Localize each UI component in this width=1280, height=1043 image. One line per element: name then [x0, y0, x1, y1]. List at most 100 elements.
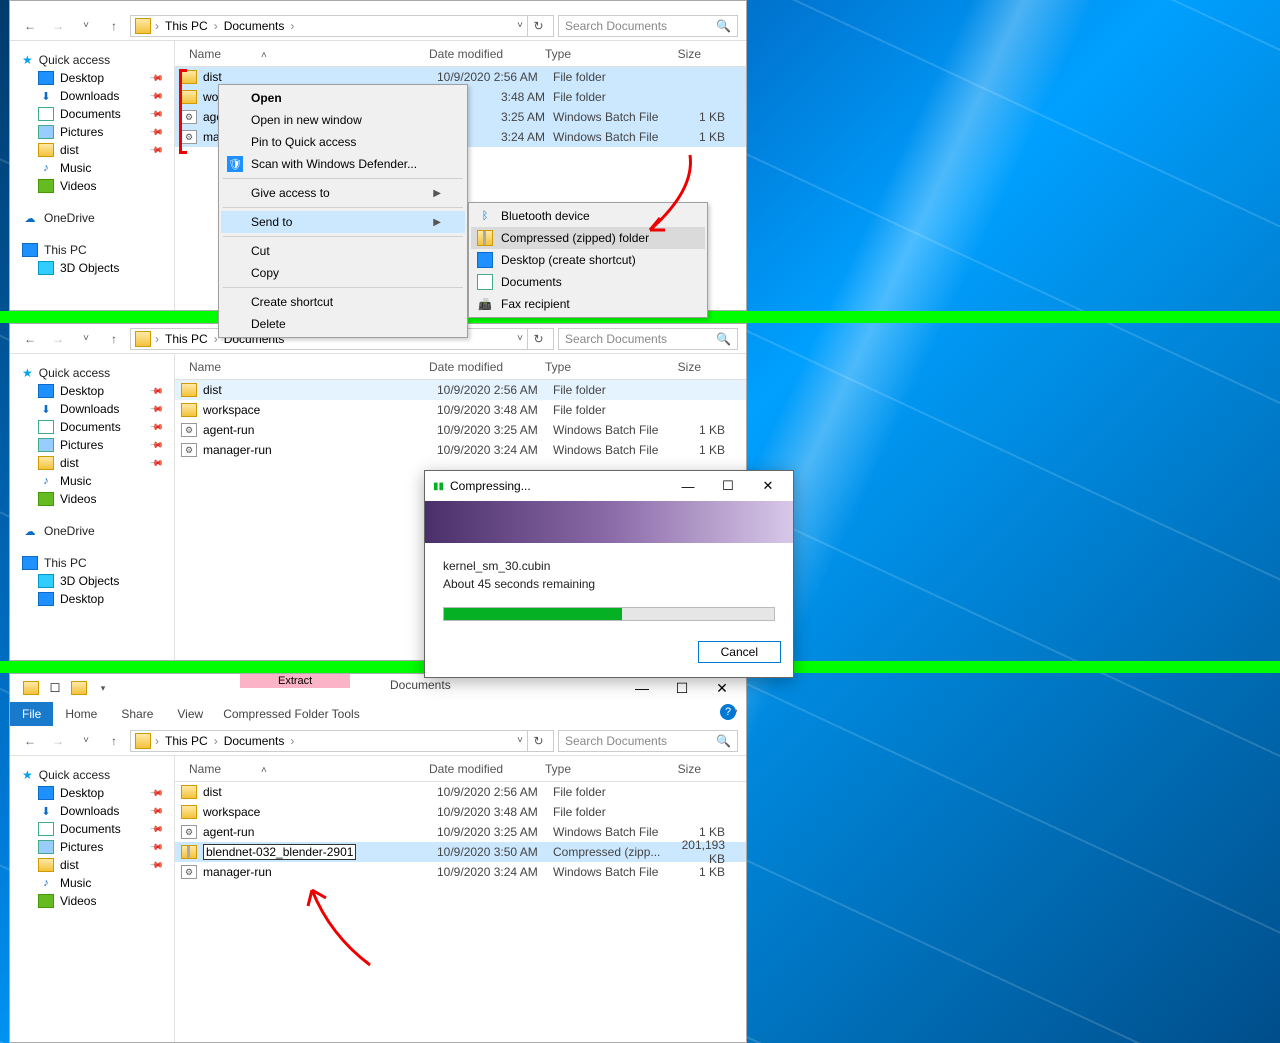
sidebar-thispc[interactable]: This PC	[10, 554, 174, 572]
ribbon-home-tab[interactable]: Home	[53, 702, 109, 726]
file-row[interactable]: manager-run10/9/2020 3:24 AMWindows Batc…	[175, 440, 746, 460]
breadcrumb-thispc[interactable]: This PC	[163, 19, 210, 33]
file-row[interactable]: dist10/9/2020 2:56 AMFile folder	[175, 380, 746, 400]
sidebar-quickaccess[interactable]: ★Quick access	[10, 766, 174, 784]
sidebar-item-documents[interactable]: Documents📌	[10, 105, 174, 123]
close-button[interactable]: ✕	[702, 674, 742, 702]
search-input[interactable]: Search Documents 🔍	[558, 730, 738, 752]
minimize-button[interactable]: —	[671, 475, 705, 497]
col-date[interactable]: Date modified	[421, 360, 537, 374]
breadcrumb-documents[interactable]: Documents	[222, 19, 287, 33]
sidebar-quickaccess[interactable]: ★Quick access	[10, 364, 174, 382]
search-input[interactable]: Search Documents 🔍	[558, 328, 738, 350]
col-date[interactable]: Date modified	[421, 47, 537, 61]
sidebar-thispc[interactable]: This PC	[10, 241, 174, 259]
nav-forward-icon[interactable]: →	[46, 327, 70, 351]
menu-copy[interactable]: Copy	[221, 262, 465, 284]
sidebar-item-desktop[interactable]: Desktop📌	[10, 69, 174, 87]
menu-open[interactable]: Open	[221, 87, 465, 109]
address-bar[interactable]: › This PC › Documents › ˅ ↻	[130, 15, 554, 37]
submenu-compressed-folder[interactable]: Compressed (zipped) folder	[471, 227, 705, 249]
file-row[interactable]: agent-run10/9/2020 3:25 AMWindows Batch …	[175, 822, 746, 842]
nav-recent-icon[interactable]: ˅	[74, 327, 98, 351]
breadcrumb-thispc[interactable]: This PC	[163, 332, 210, 346]
sidebar-onedrive[interactable]: ☁OneDrive	[10, 209, 174, 227]
col-type[interactable]: Type	[537, 47, 647, 61]
submenu-bluetooth[interactable]: ᛒBluetooth device	[471, 205, 705, 227]
file-row[interactable]: dist10/9/2020 2:56 AMFile folder	[175, 782, 746, 802]
sidebar-item-desktop[interactable]: Desktop📌	[10, 784, 174, 802]
sidebar-item-music[interactable]: ♪Music	[10, 159, 174, 177]
menu-create-shortcut[interactable]: Create shortcut	[221, 291, 465, 313]
menu-open-new-window[interactable]: Open in new window	[221, 109, 465, 131]
nav-up-icon[interactable]: ↑	[102, 729, 126, 753]
addr-dropdown-icon[interactable]: ˅	[517, 333, 523, 344]
qat-dropdown-icon[interactable]: ▾	[92, 677, 114, 699]
col-type[interactable]: Type	[537, 360, 647, 374]
sidebar-item-3dobjects[interactable]: 3D Objects	[10, 259, 174, 277]
qat-explorer-icon[interactable]	[20, 677, 42, 699]
sidebar-item-dist[interactable]: dist📌	[10, 856, 174, 874]
nav-back-icon[interactable]: ←	[18, 327, 42, 351]
file-row[interactable]: agent-run10/9/2020 3:25 AMWindows Batch …	[175, 420, 746, 440]
sidebar-item-music[interactable]: ♪Music	[10, 472, 174, 490]
sidebar-item-downloads[interactable]: ⬇Downloads📌	[10, 802, 174, 820]
rename-input[interactable]: blendnet-032_blender-2901	[203, 844, 356, 860]
search-input[interactable]: Search Documents 🔍	[558, 15, 738, 37]
sidebar-item-downloads[interactable]: ⬇Downloads📌	[10, 87, 174, 105]
refresh-icon[interactable]: ↻	[527, 15, 549, 37]
sidebar-item-pictures[interactable]: Pictures📌	[10, 436, 174, 454]
refresh-icon[interactable]: ↻	[527, 328, 549, 350]
submenu-fax[interactable]: 📠Fax recipient	[471, 293, 705, 315]
col-name[interactable]: Name	[181, 360, 421, 374]
nav-recent-icon[interactable]: ˅	[74, 14, 98, 38]
menu-delete[interactable]: Delete	[221, 313, 465, 335]
sidebar-item-videos[interactable]: Videos	[10, 892, 174, 910]
col-name[interactable]: Name˄	[181, 47, 421, 61]
col-size[interactable]: Size	[647, 360, 709, 374]
col-size[interactable]: Size	[647, 47, 709, 61]
qat-newfolder-icon[interactable]	[68, 677, 90, 699]
cancel-button[interactable]: Cancel	[698, 641, 781, 663]
sidebar-item-music[interactable]: ♪Music	[10, 874, 174, 892]
file-row[interactable]: manager-run10/9/2020 3:24 AMWindows Batc…	[175, 862, 746, 882]
col-date[interactable]: Date modified	[421, 762, 537, 776]
nav-up-icon[interactable]: ↑	[102, 14, 126, 38]
submenu-documents[interactable]: Documents	[471, 271, 705, 293]
minimize-button[interactable]: —	[622, 674, 662, 702]
ribbon-file-tab[interactable]: File	[10, 702, 53, 726]
ribbon-extract-tab[interactable]: Compressed Folder Tools	[215, 702, 368, 726]
nav-back-icon[interactable]: ←	[18, 14, 42, 38]
sidebar-item-3dobjects[interactable]: 3D Objects	[10, 572, 174, 590]
submenu-desktop-shortcut[interactable]: Desktop (create shortcut)	[471, 249, 705, 271]
sidebar-item-desktop[interactable]: Desktop📌	[10, 382, 174, 400]
addr-dropdown-icon[interactable]: ˅	[517, 20, 523, 31]
menu-give-access[interactable]: Give access to▶	[221, 182, 465, 204]
nav-forward-icon[interactable]: →	[46, 14, 70, 38]
sidebar-item-pictures[interactable]: Pictures📌	[10, 123, 174, 141]
refresh-icon[interactable]: ↻	[527, 730, 549, 752]
sidebar-item-videos[interactable]: Videos	[10, 177, 174, 195]
sidebar-item-documents[interactable]: Documents📌	[10, 418, 174, 436]
nav-recent-icon[interactable]: ˅	[74, 729, 98, 753]
sidebar-item-desktop2[interactable]: Desktop	[10, 590, 174, 608]
file-row[interactable]: workspace10/9/2020 3:48 AMFile folder	[175, 400, 746, 420]
nav-up-icon[interactable]: ↑	[102, 327, 126, 351]
qat-properties-icon[interactable]: ☐	[44, 677, 66, 699]
sidebar-item-dist[interactable]: dist📌	[10, 141, 174, 159]
menu-pin-quickaccess[interactable]: Pin to Quick access	[221, 131, 465, 153]
nav-forward-icon[interactable]: →	[46, 729, 70, 753]
nav-back-icon[interactable]: ←	[18, 729, 42, 753]
help-icon[interactable]: ?	[720, 704, 736, 720]
col-type[interactable]: Type	[537, 762, 647, 776]
dialog-titlebar[interactable]: ▮▮ Compressing... — ☐ ✕	[425, 471, 793, 501]
breadcrumb-thispc[interactable]: This PC	[163, 734, 210, 748]
breadcrumb-documents[interactable]: Documents	[222, 734, 287, 748]
menu-cut[interactable]: Cut	[221, 240, 465, 262]
sidebar-quickaccess[interactable]: ★Quick access	[10, 51, 174, 69]
menu-send-to[interactable]: Send to▶	[221, 211, 465, 233]
file-row[interactable]: blendnet-032_blender-290110/9/2020 3:50 …	[175, 842, 746, 862]
sidebar-item-documents[interactable]: Documents📌	[10, 820, 174, 838]
sidebar-item-downloads[interactable]: ⬇Downloads📌	[10, 400, 174, 418]
menu-scan-defender[interactable]: 🛡Scan with Windows Defender...	[221, 153, 465, 175]
